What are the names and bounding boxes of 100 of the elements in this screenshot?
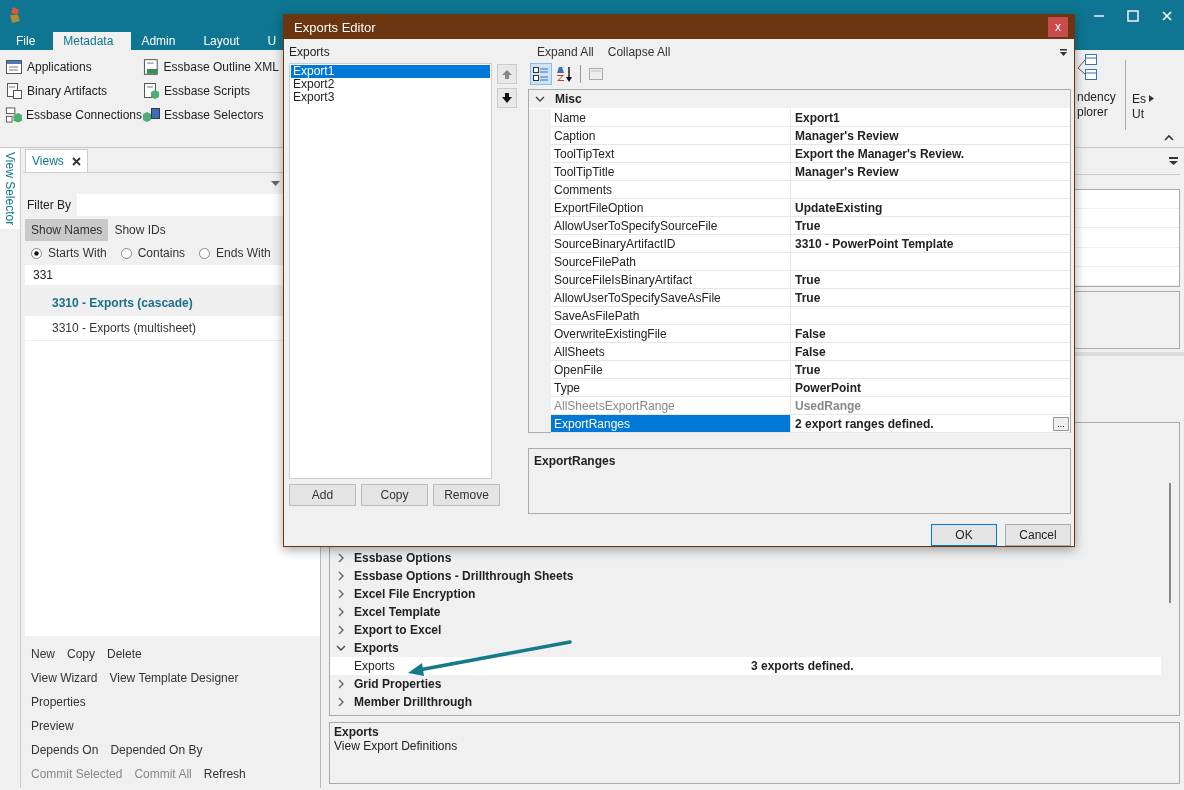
action-link[interactable]: Preview <box>31 719 74 733</box>
scrollbar[interactable] <box>1169 483 1171 603</box>
tree-item[interactable]: Grid Properties <box>330 675 1179 693</box>
property-value[interactable]: False <box>791 343 1070 361</box>
tree-item[interactable]: Essbase Options <box>330 549 1179 567</box>
ribbon-button[interactable]: Essbase Selectors <box>142 103 279 127</box>
display-mode-toggle[interactable]: Show IDs <box>108 219 172 241</box>
tree-item[interactable]: Essbase Options - Drillthrough Sheets <box>330 567 1179 585</box>
tree-item[interactable]: Exports <box>330 639 1179 657</box>
collapse-ribbon-icon[interactable] <box>1164 134 1174 141</box>
action-link[interactable]: Delete <box>107 647 142 661</box>
property-value[interactable]: True <box>791 289 1070 307</box>
ribbon-button[interactable]: Binary Artifacts <box>5 79 142 103</box>
property-name[interactable]: SaveAsFilePath <box>551 307 791 325</box>
scroll-right-icon[interactable] <box>1149 95 1154 102</box>
match-radio[interactable]: Ends With <box>199 246 271 260</box>
toolbar-link[interactable]: Collapse All <box>607 45 671 59</box>
property-value[interactable]: PowerPoint <box>791 379 1070 397</box>
tree-item[interactable]: Excel Template <box>330 603 1179 621</box>
menu-tab[interactable]: File <box>6 32 54 50</box>
tree-item[interactable]: Exports <box>330 659 751 673</box>
menu-tab[interactable]: Admin <box>131 32 194 50</box>
property-value[interactable]: True <box>791 271 1070 289</box>
action-link[interactable]: View Wizard <box>31 671 98 685</box>
property-name[interactable]: ToolTipText <box>551 145 791 163</box>
menu-tab[interactable]: Metadata <box>53 32 132 50</box>
toolbar-menu-icon[interactable] <box>1060 48 1067 56</box>
action-link[interactable]: Depended On By <box>110 743 203 757</box>
dialog-button[interactable]: Cancel <box>1005 524 1071 546</box>
down-arrow-icon[interactable] <box>502 93 512 103</box>
property-value[interactable]: Export the Manager's Review. <box>791 145 1070 163</box>
property-name[interactable]: OverwriteExistingFile <box>551 325 791 343</box>
list-item[interactable]: Export2 <box>291 78 490 91</box>
radio-icon[interactable] <box>31 247 42 259</box>
view-selector-tab[interactable]: View Selector <box>0 148 20 230</box>
property-value[interactable]: False <box>791 325 1070 343</box>
chevron-icon[interactable] <box>336 697 346 707</box>
list-button[interactable]: Add <box>289 484 356 506</box>
dialog-button[interactable]: OK <box>931 524 997 546</box>
toolbar-link[interactable]: Expand All <box>528 45 594 59</box>
tree-item[interactable]: Member Drillthrough <box>330 693 1179 711</box>
property-value[interactable]: True <box>791 217 1070 235</box>
property-name[interactable]: ExportRanges <box>551 415 791 433</box>
radio-icon[interactable] <box>199 247 211 259</box>
property-name[interactable]: AllowUserToSpecifySourceFile <box>551 217 791 235</box>
property-value[interactable]: 3310 - PowerPoint Template <box>791 235 1070 253</box>
move-down-button[interactable] <box>497 88 517 108</box>
display-mode-toggle[interactable]: Show Names <box>25 219 109 241</box>
property-value[interactable]: Export1 <box>791 109 1070 127</box>
ribbon-button[interactable]: Essbase Scripts <box>142 79 279 103</box>
property-name[interactable]: SourceBinaryArtifactID <box>551 235 791 253</box>
chevron-icon[interactable] <box>336 589 346 599</box>
property-name[interactable]: Caption <box>551 127 791 145</box>
views-tab[interactable]: Views <box>25 149 88 172</box>
match-radio[interactable]: Contains <box>120 246 186 260</box>
action-link[interactable]: Properties <box>31 695 86 709</box>
property-value[interactable]: True <box>791 361 1070 379</box>
property-name[interactable]: OpenFile <box>551 361 791 379</box>
chevron-icon[interactable] <box>336 571 346 581</box>
ribbon-button[interactable]: Es Ut <box>1132 92 1146 122</box>
property-name[interactable]: AllowUserToSpecifySaveAsFile <box>551 289 791 307</box>
property-value[interactable]: UpdateExisting <box>791 199 1070 217</box>
property-name[interactable]: SourceFilePath <box>551 253 791 271</box>
list-item[interactable]: Export3 <box>291 91 490 104</box>
property-value[interactable]: Manager's Review <box>791 163 1070 181</box>
property-name[interactable]: ToolTipTitle <box>551 163 791 181</box>
property-name[interactable]: Comments <box>551 181 791 199</box>
list-button[interactable]: Copy <box>361 484 428 506</box>
close-button[interactable]: x <box>1048 17 1068 37</box>
tree-item[interactable]: Excel File Encryption <box>330 585 1179 603</box>
match-radio[interactable]: Starts With <box>31 246 107 260</box>
property-name[interactable]: Type <box>551 379 791 397</box>
property-value[interactable]: Manager's Review <box>791 127 1070 145</box>
chevron-icon[interactable] <box>336 643 346 653</box>
action-link[interactable]: Depends On <box>31 743 99 757</box>
maximize-icon[interactable] <box>1127 10 1139 22</box>
ribbon-button[interactable]: Applications <box>5 55 142 79</box>
up-arrow-icon[interactable] <box>502 69 512 79</box>
dropdown-icon[interactable] <box>271 180 280 186</box>
action-link[interactable]: Copy <box>67 647 96 661</box>
menu-tab[interactable]: Layout <box>193 32 258 50</box>
close-icon[interactable] <box>71 156 81 166</box>
panel-menu-icon[interactable] <box>1169 157 1178 165</box>
exports-list[interactable]: Export1 Export2 Export3 <box>289 63 492 479</box>
chevron-icon[interactable] <box>336 679 346 689</box>
action-link[interactable]: View Template Designer <box>109 671 239 685</box>
action-link[interactable]: Refresh <box>203 767 246 781</box>
list-item[interactable]: Export1 <box>291 65 490 78</box>
property-value[interactable]: 2 export ranges defined. <box>795 416 1053 431</box>
radio-icon[interactable] <box>120 247 132 259</box>
ellipsis-button[interactable]: ... <box>1053 416 1069 431</box>
property-name[interactable]: Name <box>551 109 791 127</box>
property-name[interactable]: ExportFileOption <box>551 199 791 217</box>
tree-item[interactable]: Export to Excel <box>330 621 1179 639</box>
property-name[interactable]: AllSheets <box>551 343 791 361</box>
chevron-icon[interactable] <box>336 625 346 635</box>
ribbon-button[interactable]: ndency plorer <box>1077 90 1116 120</box>
property-name[interactable]: SourceFileIsBinaryArtifact <box>551 271 791 289</box>
action-link[interactable]: New <box>31 647 55 661</box>
chevron-icon[interactable] <box>336 607 346 617</box>
